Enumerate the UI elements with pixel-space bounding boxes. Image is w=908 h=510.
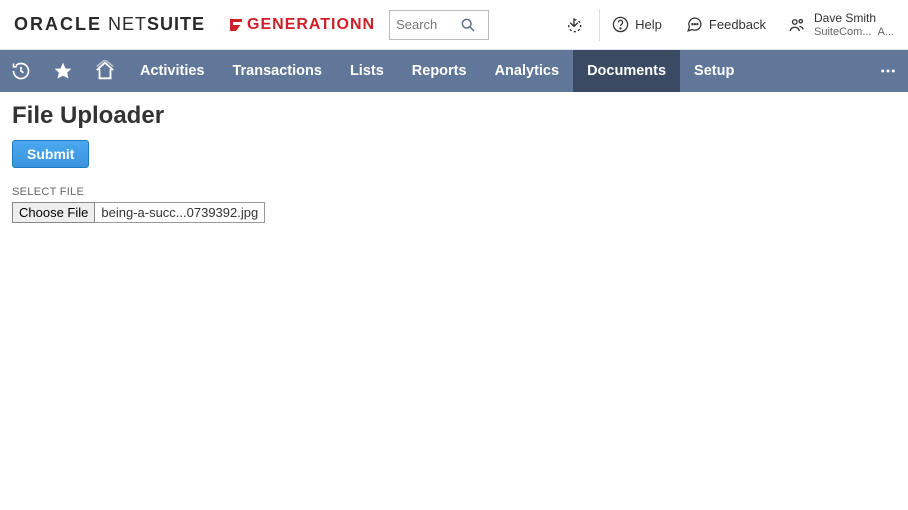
main-navbar: ActivitiesTransactionsListsReportsAnalyt… (0, 50, 908, 92)
top-header: ORACLE NETSUITE GENERATIONN Help Feedbac… (0, 0, 908, 50)
selected-file-name: being-a-succ...0739392.jpg (95, 202, 265, 223)
user-menu[interactable]: Dave Smith SuiteCom... A... (778, 11, 894, 39)
partner-logo: GENERATIONN (227, 16, 375, 34)
search-input[interactable] (396, 17, 460, 32)
user-name: Dave Smith (814, 11, 894, 25)
global-search[interactable] (389, 10, 489, 40)
nav-favorites-icon[interactable] (42, 50, 84, 92)
help-label: Help (635, 17, 662, 32)
oracle-logo: ORACLE (14, 14, 102, 35)
nav-item-transactions[interactable]: Transactions (218, 50, 335, 92)
partner-logo-icon (227, 16, 245, 34)
nav-item-analytics[interactable]: Analytics (481, 50, 573, 92)
nav-item-lists[interactable]: Lists (336, 50, 398, 92)
nav-recent-icon[interactable] (0, 50, 42, 92)
header-right: Help Feedback Dave Smith SuiteCom... A..… (549, 0, 894, 50)
user-info: Dave Smith SuiteCom... A... (814, 11, 894, 39)
help-icon (612, 16, 629, 33)
user-company: SuiteCom... (814, 25, 871, 39)
user-role: A... (877, 25, 894, 39)
nav-item-activities[interactable]: Activities (126, 50, 218, 92)
file-input-row: Choose File being-a-succ...0739392.jpg (12, 202, 896, 223)
nav-item-documents[interactable]: Documents (573, 50, 680, 92)
search-icon[interactable] (460, 17, 476, 33)
select-file-label: SELECT FILE (12, 186, 896, 198)
users-icon (788, 16, 806, 34)
feedback-label: Feedback (709, 17, 766, 32)
activity-shortcut-icon[interactable] (549, 0, 599, 50)
choose-file-button[interactable]: Choose File (12, 202, 95, 223)
nav-item-setup[interactable]: Setup (680, 50, 748, 92)
submit-button[interactable]: Submit (12, 140, 89, 168)
page-title: File Uploader (12, 102, 896, 130)
help-link[interactable]: Help (600, 0, 674, 50)
netsuite-logo: NETSUITE (108, 14, 205, 35)
nav-home-icon[interactable] (84, 50, 126, 92)
nav-item-reports[interactable]: Reports (398, 50, 481, 92)
nav-more-icon[interactable] (868, 50, 908, 92)
page-content: File Uploader Submit SELECT FILE Choose … (0, 92, 908, 233)
feedback-link[interactable]: Feedback (674, 0, 778, 50)
feedback-icon (686, 16, 703, 33)
